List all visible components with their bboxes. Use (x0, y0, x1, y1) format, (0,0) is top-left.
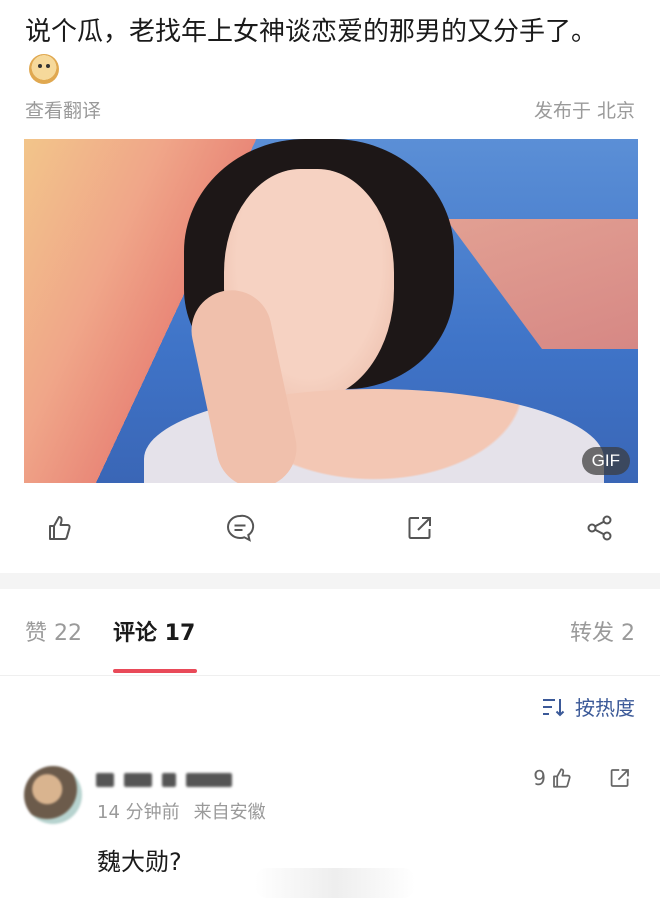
comment-button[interactable] (222, 510, 258, 546)
post-text: 说个瓜，老找年上女神谈恋爱的那男的又分手了。 (25, 12, 625, 92)
translate-link[interactable]: 查看翻译 (25, 96, 101, 123)
avatar[interactable] (24, 766, 82, 824)
section-divider (0, 573, 660, 589)
comment-like-count: 9 (533, 766, 546, 790)
post-action-bar (0, 500, 660, 556)
repost-icon (408, 517, 431, 539)
thumb-up-icon (49, 516, 71, 540)
sort-by-hot-button[interactable]: 按热度 (541, 692, 635, 721)
comment-meta: 14 分钟前 来自安徽 (97, 798, 266, 824)
post-text-content: 说个瓜，老找年上女神谈恋爱的那男的又分手了。 (25, 17, 598, 47)
active-tab-indicator (113, 669, 197, 673)
share-button[interactable] (582, 510, 618, 546)
tab-comments[interactable]: 评论 17 (113, 615, 195, 647)
bottom-fade-overlay (255, 868, 415, 898)
tab-likes[interactable]: 赞 22 (25, 615, 82, 647)
comment-time: 14 分钟前 (97, 802, 180, 823)
doge-icon (29, 54, 59, 84)
gif-badge: GIF (581, 447, 630, 475)
repost-icon (610, 769, 629, 787)
comment-bubble-icon (227, 514, 255, 542)
comment-like-button[interactable]: 9 (533, 766, 574, 790)
thumb-up-icon (553, 768, 571, 788)
comment-repost-button[interactable] (608, 766, 632, 794)
username-masked[interactable] (96, 770, 232, 790)
weibo-post-page: 说个瓜，老找年上女神谈恋爱的那男的又分手了。 查看翻译 发布于 北京 GIF 赞… (0, 0, 660, 904)
comment-location: 来自安徽 (193, 802, 266, 823)
post-tabs: 赞 22 评论 17 转发 2 (0, 605, 660, 675)
post-gif-image[interactable]: GIF (24, 139, 638, 483)
post-location: 发布于 北京 (533, 100, 635, 122)
tab-reposts[interactable]: 转发 2 (570, 615, 635, 647)
share-icon (587, 515, 612, 541)
tabs-divider (0, 675, 660, 676)
post-meta-row: 查看翻译 发布于 北京 (25, 96, 635, 123)
comment-text: 魏大勋? (97, 848, 182, 876)
like-button[interactable] (42, 510, 78, 546)
sort-icon (543, 698, 565, 716)
sort-label: 按热度 (575, 696, 635, 720)
repost-button[interactable] (402, 510, 438, 546)
